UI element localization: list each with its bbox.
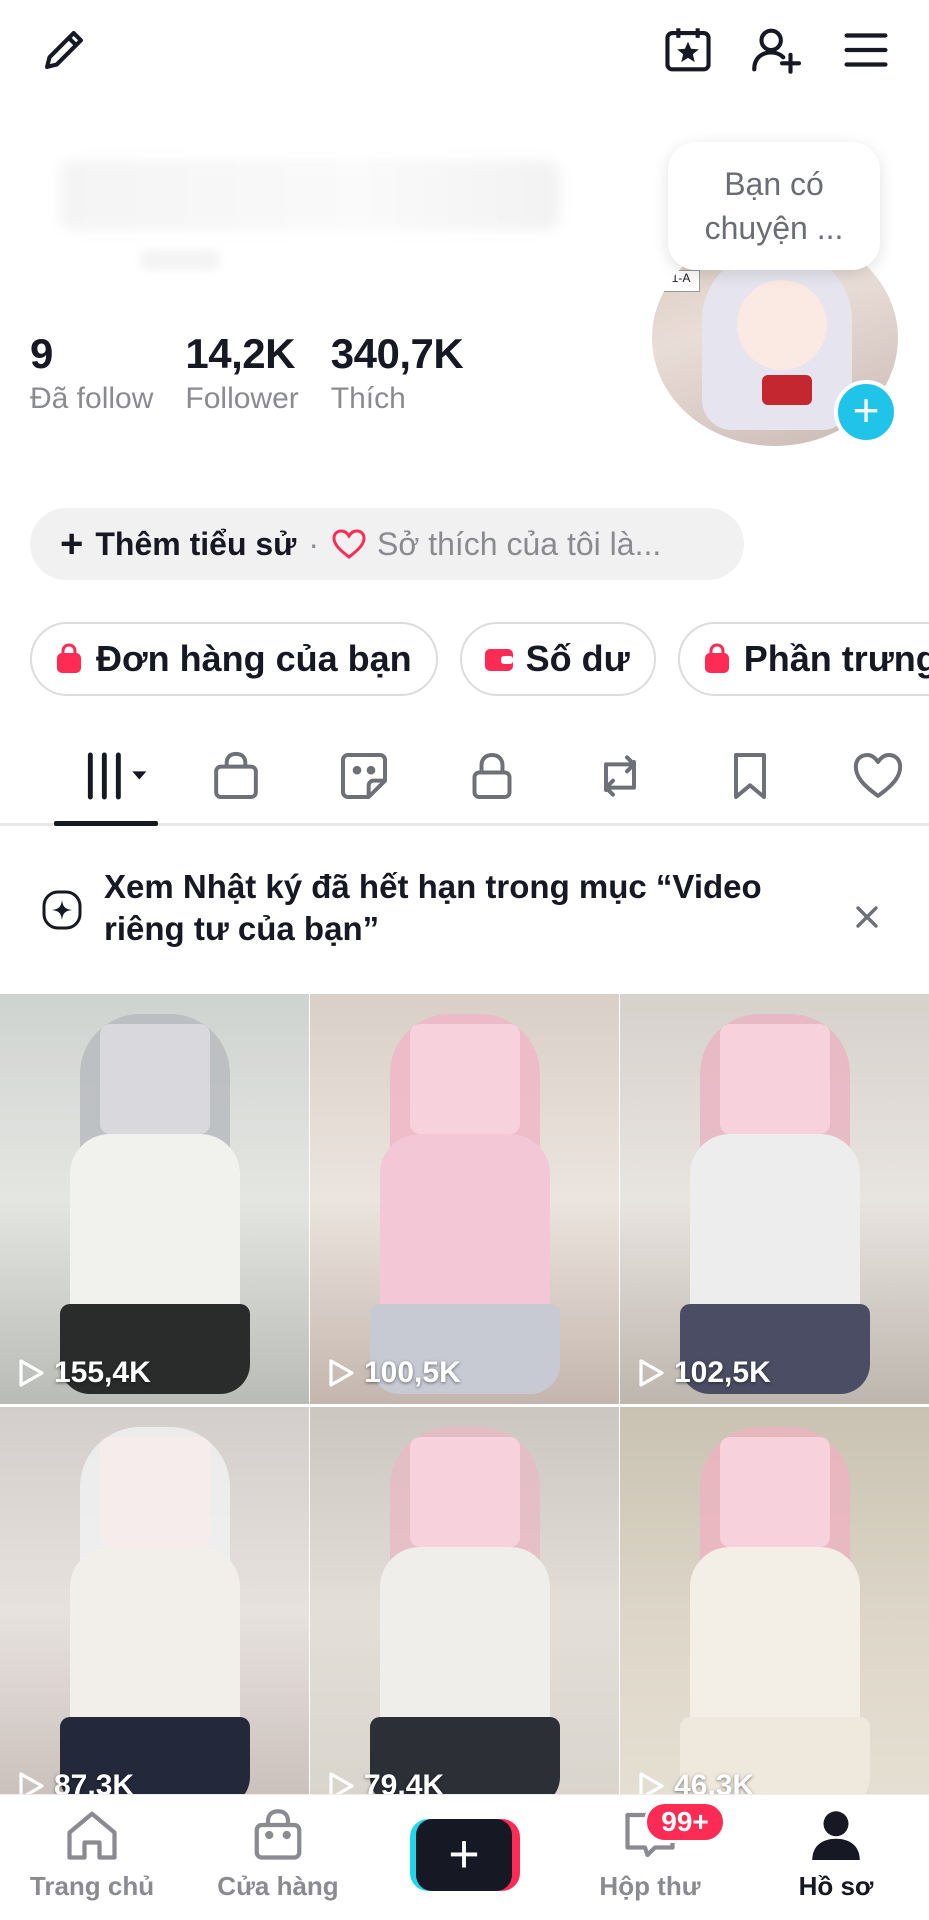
avatar-sign: 1-A (662, 270, 700, 292)
nav-label: Cửa hàng (217, 1871, 339, 1901)
wallet-icon (482, 642, 516, 676)
bag-icon (700, 642, 734, 676)
tab-reposts[interactable] (590, 746, 650, 806)
stat-value: 340,7K (330, 330, 464, 377)
orders-chip[interactable]: Đơn hàng của bạn (30, 622, 438, 696)
video-thumbnail[interactable]: 155,4K (0, 994, 309, 1404)
nav-profile[interactable]: Hồ sơ (746, 1805, 926, 1915)
stat-label: Follower (185, 382, 299, 415)
shop-bag-icon (254, 1809, 302, 1860)
expired-diary-notice[interactable]: Xem Nhật ký đã hết hạn trong mục “Video … (0, 828, 929, 994)
sticker-icon (341, 753, 387, 799)
stat-value: 9 (30, 330, 53, 377)
inbox-badge: 99+ (644, 1801, 726, 1843)
chip-label: Số dư (525, 638, 630, 679)
video-thumbnail[interactable]: 87,3K (0, 1407, 309, 1817)
profile-icon (812, 1811, 860, 1860)
nav-shop[interactable]: Cửa hàng (188, 1805, 368, 1915)
chip-label: Đơn hàng của bạn (96, 638, 412, 679)
tab-videos[interactable] (74, 746, 158, 806)
balance-chip[interactable]: Số dư (459, 622, 656, 696)
avatar-face (737, 280, 827, 370)
nav-home[interactable]: Trang chủ (2, 1805, 182, 1915)
nav-label: Hồ sơ (798, 1871, 874, 1901)
play-icon (639, 1359, 664, 1387)
view-count: 155,4K (16, 1356, 151, 1390)
profile-stats: 9 Đã follow 14,2K Follower 340,7K Thích (30, 330, 464, 416)
avatar-bow (762, 375, 812, 405)
plus-icon: + (60, 521, 84, 566)
video-thumbnail[interactable]: 46,3K (620, 1407, 929, 1817)
add-friend-icon[interactable] (744, 18, 808, 82)
showcase-chip[interactable]: Phần trưng (677, 622, 929, 696)
tab-bookmarks[interactable] (720, 746, 780, 806)
note-bubble[interactable]: Bạn có chuyện ... (668, 142, 880, 270)
lock-icon (472, 753, 512, 799)
bio-pill[interactable]: + Thêm tiểu sử · Sở thích của tôi là... (30, 508, 744, 580)
heart-icon (331, 528, 367, 560)
tab-liked[interactable] (848, 746, 908, 806)
video-thumbnail[interactable]: 79,4K (310, 1407, 619, 1817)
calendar-star-icon[interactable] (656, 18, 720, 82)
home-icon (67, 1811, 117, 1860)
play-icon (19, 1359, 44, 1387)
view-count: 100,5K (326, 1356, 461, 1390)
edit-pencil-icon[interactable] (32, 18, 96, 82)
hobby-placeholder[interactable]: Sở thích của tôi là... (377, 526, 661, 563)
tab-private[interactable] (462, 746, 522, 806)
bottom-nav: Trang chủ Cửa hàng + Hộp thư 99+ Hồ sơ (0, 1794, 929, 1920)
repost-icon (604, 755, 636, 797)
bio-separator: · (308, 525, 319, 562)
video-thumbnail[interactable]: 102,5K (620, 994, 929, 1404)
heart-icon (853, 753, 903, 798)
bookmark-icon (734, 753, 766, 799)
video-grid: 155,4K 100,5K 102,5K 87,3K 79,4K 46,3K (0, 994, 929, 1817)
video-thumbnail[interactable]: 100,5K (310, 994, 619, 1404)
stat-following[interactable]: 9 Đã follow (30, 330, 153, 416)
tab-stickers[interactable] (334, 746, 394, 806)
profile-name-blurred (60, 160, 560, 230)
shop-bag-icon (214, 751, 258, 799)
view-count-text: 102,5K (674, 1356, 771, 1389)
sparkle-icon (42, 890, 82, 930)
stat-followers[interactable]: 14,2K Follower (185, 330, 298, 416)
view-count-text: 155,4K (54, 1356, 151, 1389)
menu-icon[interactable] (834, 18, 898, 82)
profile-username-blurred (140, 250, 220, 270)
stat-label: Thích (330, 382, 406, 415)
nav-label: Hộp thư (599, 1871, 701, 1901)
play-icon (329, 1359, 354, 1387)
plus-icon: + (416, 1819, 512, 1891)
stat-likes[interactable]: 340,7K Thích (330, 330, 464, 416)
top-bar (0, 0, 929, 100)
stat-label: Đã follow (30, 382, 154, 415)
chip-label: Phần trưng (743, 638, 929, 679)
profile-tabs (0, 726, 929, 826)
close-icon[interactable] (848, 898, 886, 936)
stat-value: 14,2K (185, 330, 295, 377)
tab-shop[interactable] (206, 746, 266, 806)
view-count: 102,5K (636, 1356, 771, 1390)
create-button[interactable]: + (410, 1819, 520, 1891)
shortcut-chips: Đơn hàng của bạn Số dư Phần trưng (30, 622, 929, 696)
active-tab-indicator (54, 821, 158, 826)
notice-message: Xem Nhật ký đã hết hạn trong mục “Video … (104, 868, 762, 947)
note-bubble-text: Bạn có chuyện ... (704, 166, 844, 246)
view-count-text: 100,5K (364, 1356, 461, 1389)
add-story-button[interactable]: + (834, 380, 898, 444)
add-bio-label[interactable]: Thêm tiểu sử (95, 526, 296, 563)
bag-icon (52, 642, 86, 676)
videos-grid-icon (87, 752, 147, 800)
nav-label: Trang chủ (29, 1871, 155, 1901)
